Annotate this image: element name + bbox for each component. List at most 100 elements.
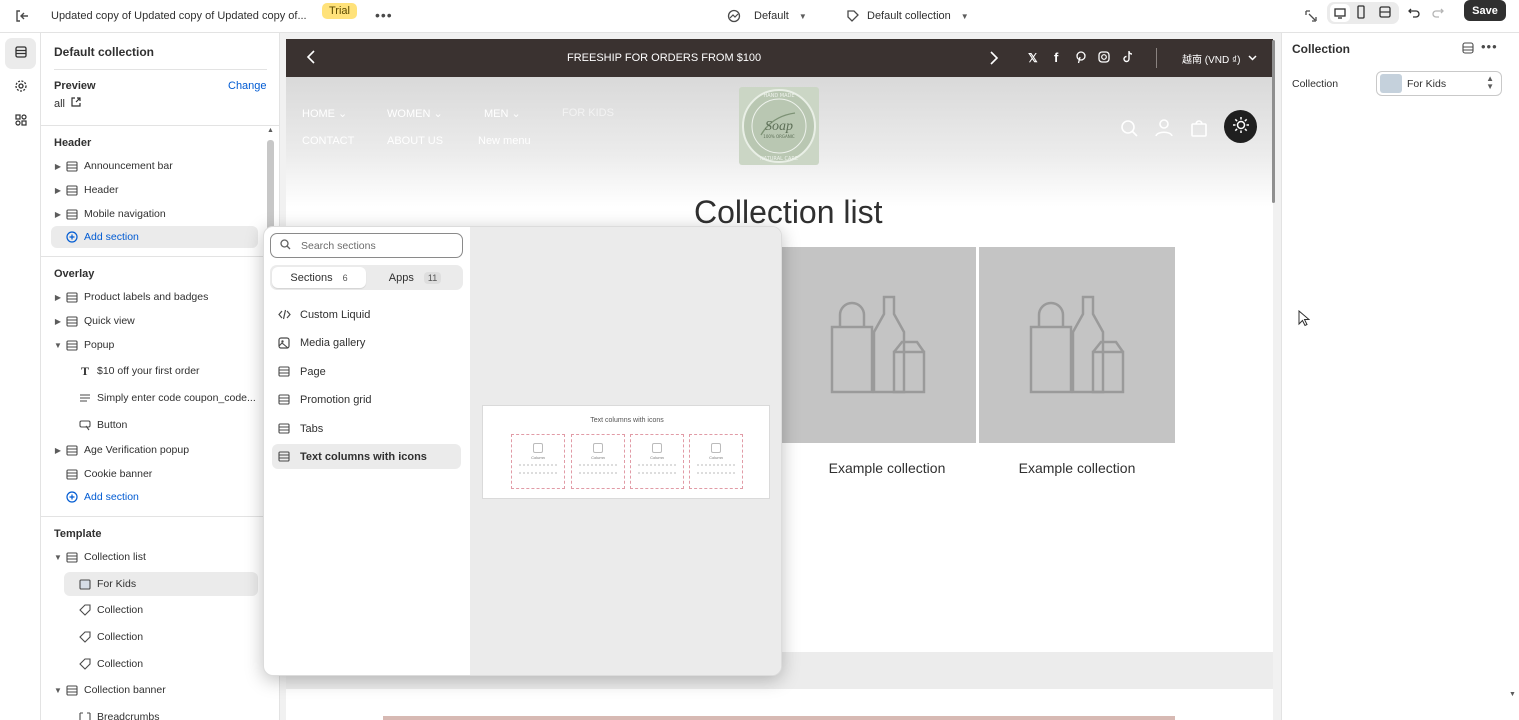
chevron-right-icon[interactable]: ▶ — [51, 210, 65, 219]
chevron-down-icon[interactable]: ▼ — [51, 553, 65, 562]
save-button[interactable]: Save — [1464, 0, 1506, 21]
section-cookie-banner[interactable]: Cookie banner — [51, 463, 258, 485]
add-section-header-button[interactable]: Add section — [51, 226, 258, 248]
group-overlay-label: Overlay — [54, 268, 95, 280]
section-header[interactable]: ▶ Header — [51, 179, 258, 201]
chevron-down-icon[interactable]: ▼ — [51, 686, 65, 695]
chevron-right-icon[interactable]: ▶ — [51, 446, 65, 455]
section-collection-list[interactable]: ▼ Collection list — [51, 546, 258, 568]
theme-toggle-button[interactable] — [1224, 110, 1257, 143]
section-option-custom-liquid[interactable]: Custom Liquid — [272, 302, 461, 327]
chevron-right-icon[interactable]: ▶ — [51, 186, 65, 195]
section-label: Age Verification popup — [84, 444, 190, 456]
section-option-page[interactable]: Page — [272, 359, 461, 384]
section-icon — [65, 315, 79, 327]
nav-men[interactable]: MEN ⌄ — [484, 107, 521, 120]
section-label: Collection banner — [84, 684, 166, 696]
database-icon[interactable] — [1462, 42, 1474, 57]
facebook-icon[interactable]: f — [1054, 50, 1058, 65]
block-breadcrumbs[interactable]: Breadcrumbs — [64, 706, 258, 720]
section-option-text-columns[interactable]: Text columns with icons — [272, 444, 461, 469]
section-option-media-gallery[interactable]: Media gallery — [272, 330, 461, 355]
block-collection[interactable]: Collection — [64, 599, 258, 621]
section-popup[interactable]: ▼ Popup — [51, 334, 258, 356]
tab-count: 11 — [423, 271, 442, 284]
preview-scrollbar[interactable] — [1272, 40, 1275, 203]
collection-picker[interactable]: For Kids ▲ ▼ — [1376, 71, 1502, 96]
sections-nav-button[interactable] — [5, 38, 36, 69]
theme-settings-nav-button[interactable] — [5, 72, 36, 103]
pinterest-icon[interactable] — [1075, 51, 1087, 67]
column-icon — [711, 443, 721, 453]
more-icon[interactable]: ••• — [375, 7, 393, 23]
block-popup-text[interactable]: Simply enter code coupon_code... — [64, 387, 258, 409]
block-collection[interactable]: Collection — [64, 626, 258, 648]
preview-column: Column — [511, 434, 565, 489]
column-label: Column — [650, 455, 664, 460]
section-mobile-navigation[interactable]: ▶ Mobile navigation — [51, 203, 258, 225]
nav-women[interactable]: WOMEN ⌄ — [387, 107, 443, 120]
undo-icon[interactable] — [1407, 5, 1421, 19]
add-section-overlay-button[interactable]: Add section — [51, 486, 258, 508]
chevron-right-icon[interactable]: ▶ — [51, 162, 65, 171]
apps-nav-button[interactable] — [5, 106, 36, 137]
fullscreen-icon[interactable] — [1378, 5, 1392, 19]
store-logo[interactable]: HAND MADE Soap 100% ORGANIC NATURAL CARE — [739, 87, 819, 165]
option-label: Tabs — [300, 422, 324, 435]
chevron-right-icon[interactable]: ▶ — [51, 293, 65, 302]
desktop-icon[interactable] — [1330, 4, 1350, 22]
exit-icon[interactable] — [14, 8, 30, 24]
scroll-down-icon[interactable]: ▼ — [1509, 691, 1516, 698]
section-collection-banner[interactable]: ▼ Collection banner — [51, 679, 258, 701]
scroll-up-icon[interactable]: ▲ — [267, 127, 274, 134]
redo-icon[interactable] — [1431, 5, 1445, 19]
tab-apps[interactable]: Apps 11 — [368, 267, 462, 288]
block-collection[interactable]: Collection — [64, 653, 258, 675]
nav-contact[interactable]: CONTACT — [302, 135, 354, 147]
nav-about-us[interactable]: ABOUT US — [387, 135, 443, 147]
currency-selector[interactable]: 越南 (VND ₫) — [1182, 51, 1257, 66]
section-announcement-bar[interactable]: ▶ Announcement bar — [51, 155, 258, 177]
chevron-right-icon[interactable]: ▶ — [51, 317, 65, 326]
collection-card-title[interactable]: Example collection — [822, 460, 952, 476]
instagram-icon[interactable] — [1098, 51, 1110, 66]
section-age-verification[interactable]: ▶ Age Verification popup — [51, 439, 258, 461]
block-for-kids[interactable]: For Kids — [64, 572, 258, 596]
x-twitter-icon[interactable]: 𝕏 — [1028, 51, 1038, 65]
tab-sections[interactable]: Sections 6 — [272, 267, 366, 288]
chevron-right-icon[interactable] — [989, 51, 999, 68]
nav-new-menu[interactable]: New menu — [478, 135, 531, 147]
section-option-tabs[interactable]: Tabs — [272, 416, 461, 441]
tag-icon — [78, 604, 92, 616]
theme-selector[interactable]: Default ▼ — [727, 4, 807, 28]
more-icon[interactable]: ••• — [1481, 39, 1498, 54]
collection-card-image[interactable] — [782, 247, 976, 443]
chevron-left-icon[interactable] — [306, 50, 316, 67]
section-quick-view[interactable]: ▶ Quick view — [51, 310, 258, 332]
nav-home[interactable]: HOME ⌄ — [302, 107, 347, 120]
panel-scrollbar[interactable] — [267, 140, 274, 235]
mobile-icon[interactable] — [1355, 5, 1367, 19]
chevron-down-icon[interactable]: ▼ — [51, 341, 65, 350]
column-text — [697, 464, 735, 474]
account-icon[interactable] — [1155, 118, 1173, 140]
search-input[interactable]: Search sections — [270, 233, 463, 258]
panel-title: Default collection — [54, 45, 155, 59]
chevron-down-icon — [1248, 53, 1257, 64]
section-option-promotion-grid[interactable]: Promotion grid — [272, 387, 461, 412]
cart-icon[interactable] — [1190, 119, 1208, 140]
nav-for-kids[interactable]: FOR KIDS — [562, 107, 614, 119]
collection-card-image[interactable] — [979, 247, 1175, 443]
block-popup-button[interactable]: Button — [64, 414, 258, 436]
column-text — [579, 464, 617, 474]
block-popup-heading[interactable]: T $10 off your first order — [64, 360, 258, 382]
tiktok-icon[interactable] — [1122, 50, 1134, 66]
divider — [41, 516, 279, 517]
template-selector[interactable]: Default collection ▼ — [846, 4, 969, 28]
search-icon[interactable] — [1120, 119, 1138, 140]
collection-card-title[interactable]: Example collection — [1012, 460, 1142, 476]
change-preview-link[interactable]: Change — [228, 80, 267, 92]
inspector-icon[interactable] — [1304, 9, 1318, 23]
section-product-labels[interactable]: ▶ Product labels and badges — [51, 286, 258, 308]
preview-value[interactable]: all — [54, 97, 81, 110]
